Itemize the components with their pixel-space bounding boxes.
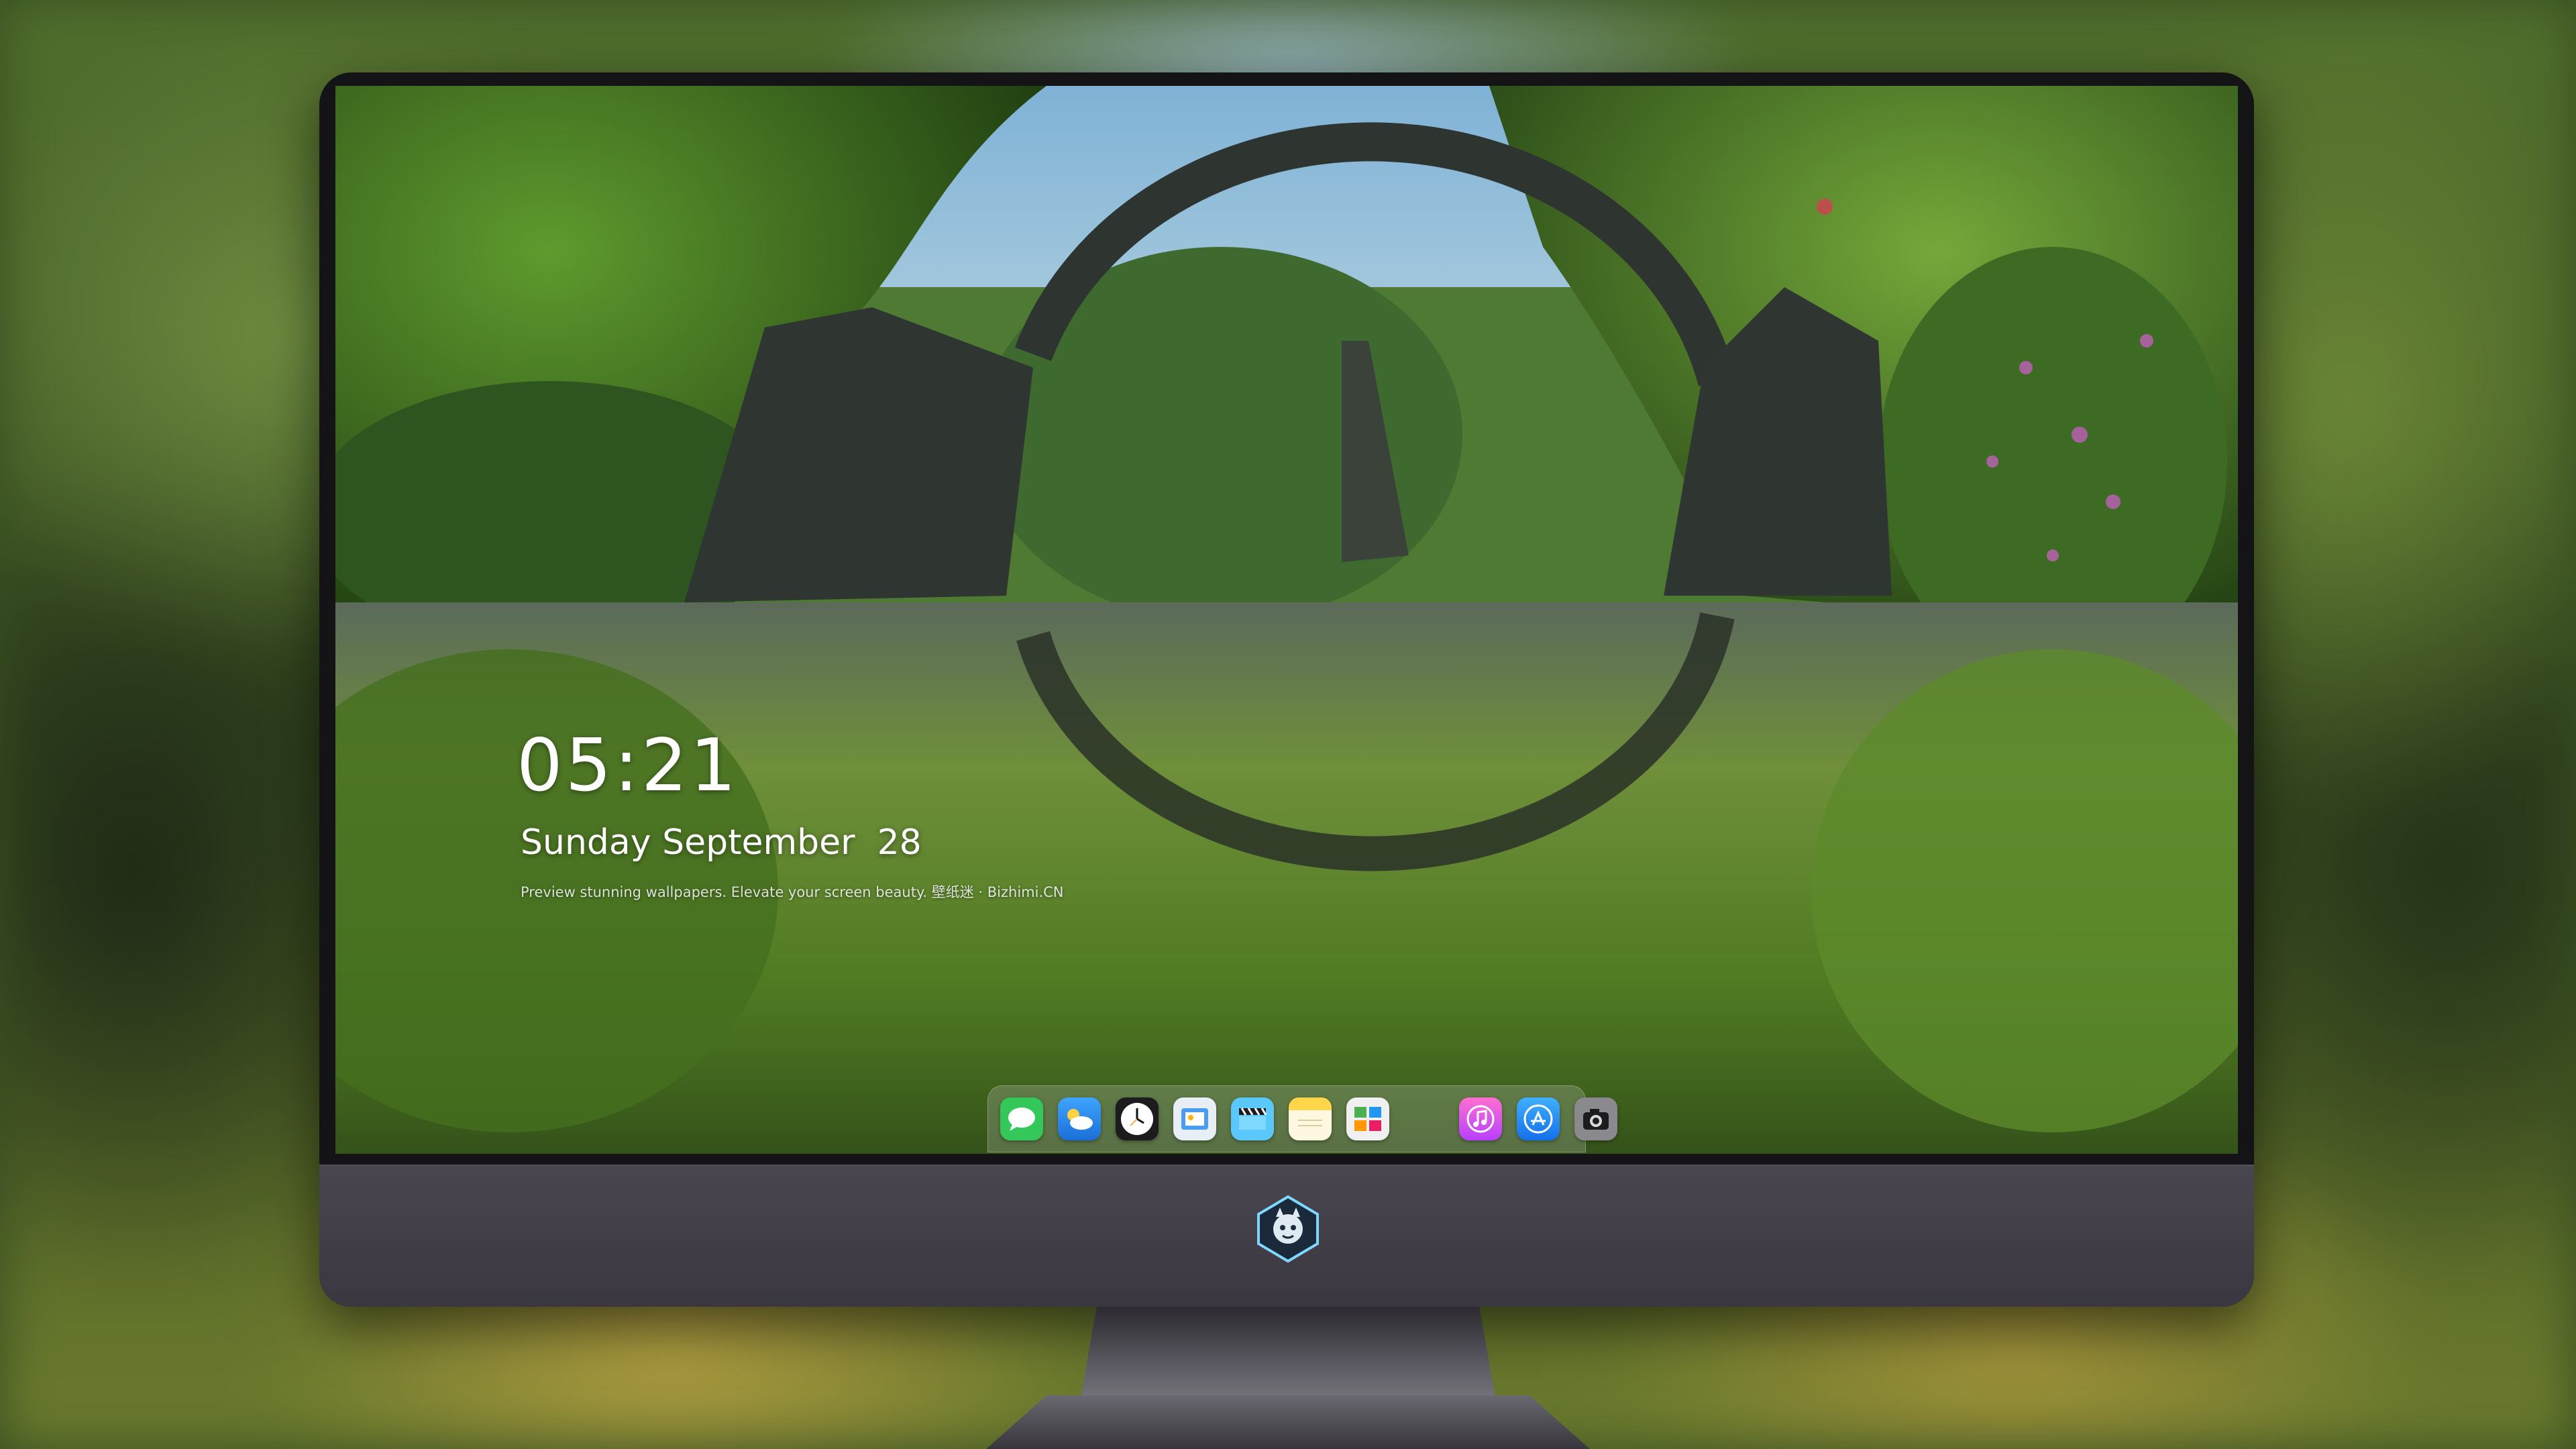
app-store-icon[interactable] bbox=[1517, 1097, 1560, 1140]
weather-icon[interactable] bbox=[1058, 1097, 1101, 1140]
monitor-stand-base bbox=[986, 1395, 1590, 1449]
bizhimi-logo-icon bbox=[1257, 1195, 1319, 1263]
desktop-screen: 05:21 Sunday September 28 Preview stunni… bbox=[335, 86, 2238, 1154]
notes-icon[interactable] bbox=[1289, 1097, 1332, 1140]
lock-screen-time: 05:21 bbox=[517, 724, 739, 808]
camera-icon[interactable] bbox=[1574, 1097, 1617, 1140]
preview-icon[interactable] bbox=[1173, 1097, 1216, 1140]
messages-icon[interactable] bbox=[1000, 1097, 1043, 1140]
monitor-stand bbox=[1080, 1307, 1496, 1401]
music-icon[interactable] bbox=[1459, 1097, 1502, 1140]
clock-icon[interactable] bbox=[1116, 1097, 1159, 1140]
wallpaper-image bbox=[335, 86, 2238, 1154]
lock-screen-date: Sunday September 28 bbox=[521, 822, 922, 863]
wallpaper-caption: Preview stunning wallpapers. Elevate you… bbox=[521, 884, 1064, 900]
photo-booth-icon[interactable] bbox=[1346, 1097, 1389, 1140]
clips-icon[interactable] bbox=[1231, 1097, 1274, 1140]
dock bbox=[987, 1085, 1617, 1152]
